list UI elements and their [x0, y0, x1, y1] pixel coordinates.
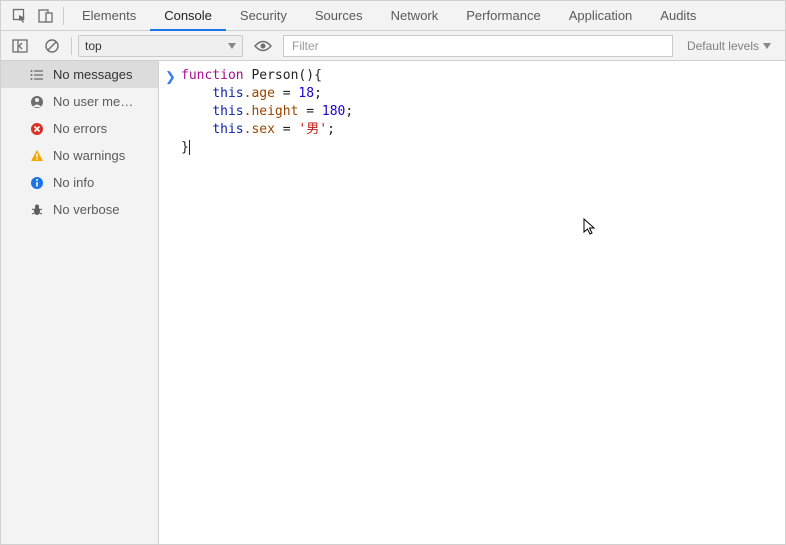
sidebar-item-label: No info: [53, 175, 94, 190]
tab-audits[interactable]: Audits: [646, 1, 710, 31]
live-expression-icon[interactable]: [249, 35, 277, 57]
user-icon: [29, 94, 45, 110]
mouse-cursor-icon: [583, 218, 597, 236]
tab-elements[interactable]: Elements: [68, 1, 150, 31]
tab-console[interactable]: Console: [150, 1, 226, 31]
sidebar-item-warnings[interactable]: No warnings: [1, 142, 158, 169]
info-icon: [29, 175, 45, 191]
tab-application[interactable]: Application: [555, 1, 647, 31]
error-icon: [29, 121, 45, 137]
chevron-down-icon: [763, 43, 771, 49]
sidebar-item-label: No warnings: [53, 148, 125, 163]
sidebar-item-label: No errors: [53, 121, 107, 136]
list-icon: [29, 67, 45, 83]
console-area[interactable]: ❯ function Person(){ this.age = 18; this…: [159, 61, 785, 544]
sidebar-item-info[interactable]: No info: [1, 169, 158, 196]
console-toolbar: top Default levels: [1, 31, 785, 61]
log-levels-selector[interactable]: Default levels: [679, 39, 779, 53]
clear-console-icon[interactable]: [39, 35, 65, 57]
bug-icon: [29, 202, 45, 218]
context-value: top: [85, 39, 102, 53]
device-toolbar-icon[interactable]: [33, 3, 59, 29]
sidebar-item-user-messages[interactable]: No user me…: [1, 88, 158, 115]
prompt-chevron-icon: ❯: [165, 69, 176, 85]
tab-performance[interactable]: Performance: [452, 1, 554, 31]
tab-sources[interactable]: Sources: [301, 1, 377, 31]
sidebar-item-label: No verbose: [53, 202, 119, 217]
sidebar-item-messages[interactable]: No messages: [1, 61, 158, 88]
sidebar-item-label: No messages: [53, 67, 132, 82]
filter-input[interactable]: [283, 35, 673, 57]
tab-security[interactable]: Security: [226, 1, 301, 31]
sidebar-toggle-icon[interactable]: [7, 35, 33, 57]
sidebar-item-label: No user me…: [53, 94, 133, 109]
console-sidebar: No messages No user me… No errors No war…: [1, 61, 159, 544]
inspect-element-icon[interactable]: [7, 3, 33, 29]
levels-label: Default levels: [687, 39, 759, 53]
chevron-down-icon: [228, 43, 236, 49]
devtools-tabs: Elements Console Security Sources Networ…: [1, 1, 785, 31]
context-selector[interactable]: top: [78, 35, 243, 57]
sidebar-item-verbose[interactable]: No verbose: [1, 196, 158, 223]
warning-icon: [29, 148, 45, 164]
sidebar-item-errors[interactable]: No errors: [1, 115, 158, 142]
tab-network[interactable]: Network: [377, 1, 453, 31]
console-input-code[interactable]: function Person(){ this.age = 18; this.h…: [181, 67, 785, 157]
